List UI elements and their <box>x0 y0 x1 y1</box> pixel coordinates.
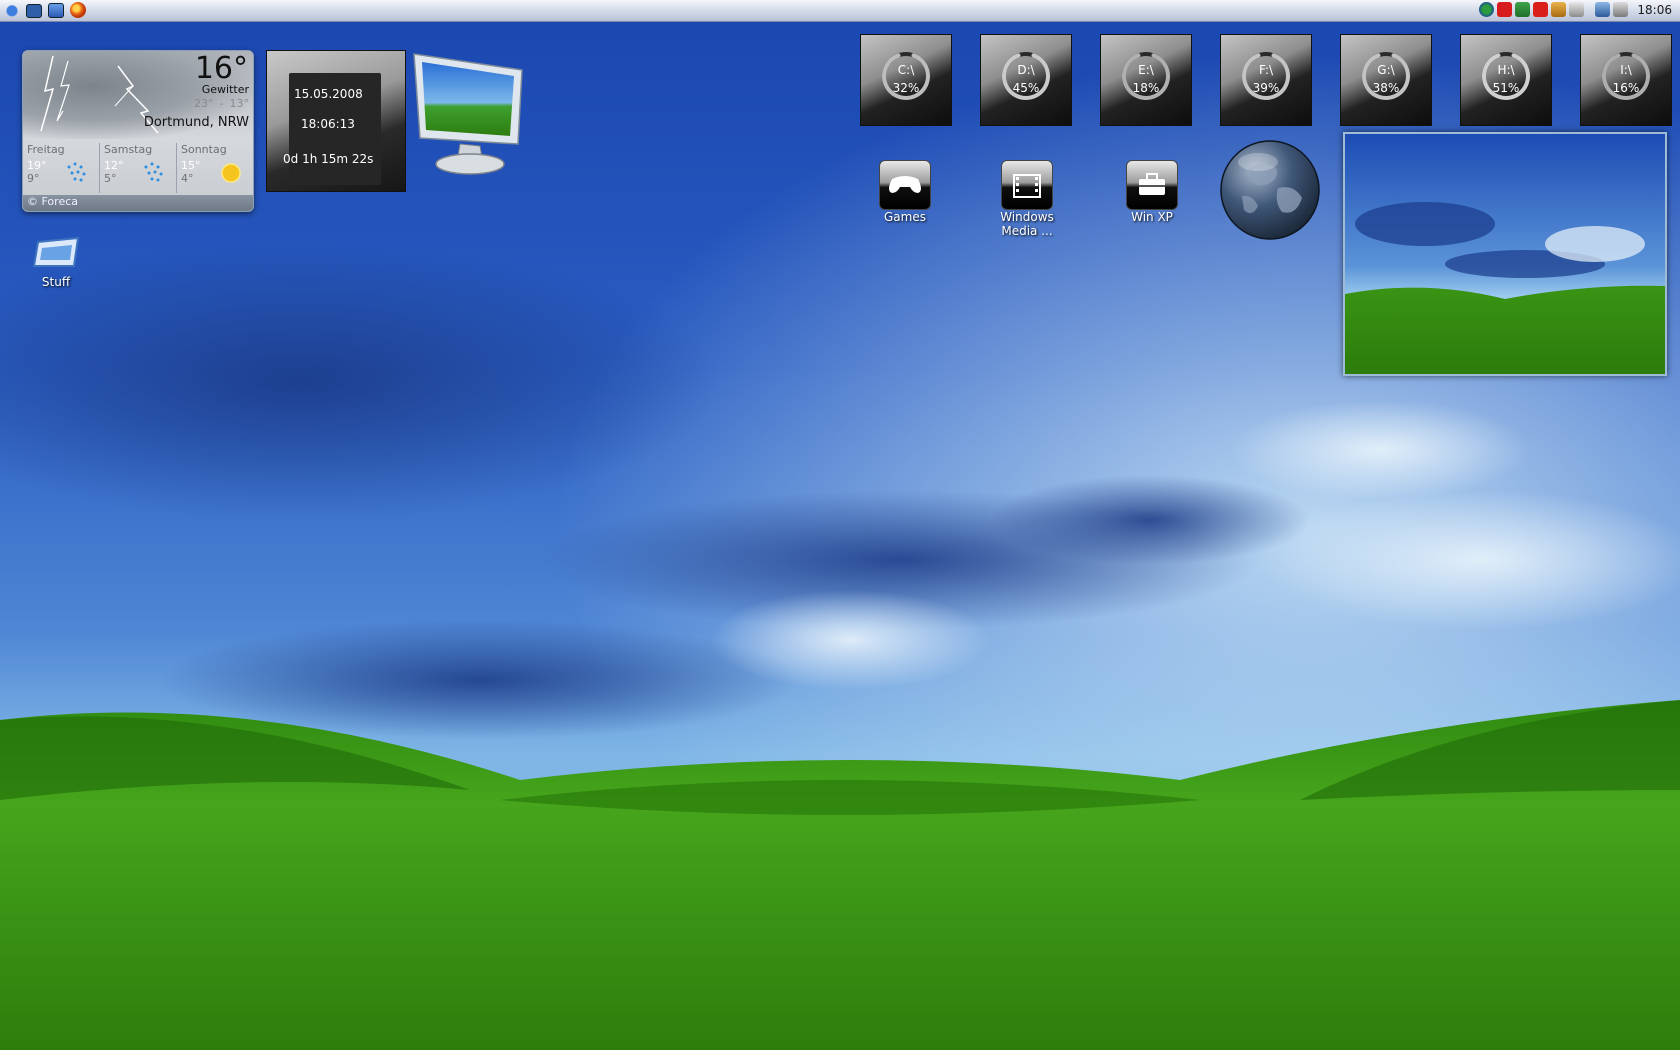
volume-icon[interactable] <box>1613 2 1629 17</box>
desktop-icon-label: Windows <box>1000 210 1054 224</box>
forecast-day: Samstag 12° 5° <box>100 143 177 193</box>
top-menu-bar: 18:06 <box>0 0 1680 22</box>
temperature-range: 23° - 13° <box>194 97 249 110</box>
drive-percent: 51% <box>1492 81 1520 95</box>
drive-label: E:\ <box>1138 63 1154 77</box>
temp-range-separator: - <box>219 97 224 110</box>
folder-icon <box>32 236 80 267</box>
clock-time: 18:06:13 <box>301 117 355 131</box>
globe-icon[interactable] <box>1218 138 1322 242</box>
firefox-icon[interactable] <box>70 2 86 18</box>
desktop-icon-label: Win XP <box>1131 210 1173 224</box>
desktop-icon[interactable] <box>26 4 42 18</box>
drive-percent: 39% <box>1252 81 1280 95</box>
drive-gadget[interactable]: C:\ 32% <box>860 34 952 126</box>
drive-percent: 32% <box>892 81 920 95</box>
drive-label: I:\ <box>1620 63 1632 77</box>
desktop-icon-label: Media ... <box>1001 224 1053 238</box>
settings-icon[interactable] <box>1551 2 1567 17</box>
desktop-icon-label: Games <box>884 210 926 224</box>
acrobat-icon[interactable] <box>1533 2 1549 17</box>
desktop-icon-windows-media[interactable]: Windows Media ... <box>992 160 1062 238</box>
forecast-day-name: Sonntag <box>181 143 227 156</box>
desktop-icon-label: Stuff <box>41 275 71 289</box>
forecast-day: Sonntag 15° 4° <box>177 143 253 193</box>
printer-icon[interactable] <box>1569 2 1585 17</box>
forecast-day-name: Freitag <box>27 143 65 156</box>
drive-gadget[interactable]: D:\ 45% <box>980 34 1072 126</box>
antivirus-icon[interactable] <box>1497 2 1513 17</box>
clock-uptime: 0d 1h 15m 22s <box>283 152 374 166</box>
film-icon <box>1001 160 1053 210</box>
temp-high: 23° <box>194 97 214 110</box>
drive-gadget[interactable]: H:\ 51% <box>1460 34 1552 126</box>
system-tray: 18:06 <box>1479 2 1672 17</box>
drive-percent: 45% <box>1012 81 1040 95</box>
rain-icon <box>144 162 163 182</box>
network-icon[interactable] <box>1479 2 1495 17</box>
drive-gadget[interactable]: F:\ 39% <box>1220 34 1312 126</box>
sun-icon <box>221 163 241 183</box>
update-icon[interactable] <box>1515 2 1531 17</box>
drive-percent: 18% <box>1132 81 1160 95</box>
desktop-icon-win-xp[interactable]: Win XP <box>1118 160 1186 224</box>
display-icon[interactable] <box>1595 2 1611 17</box>
drive-label: G:\ <box>1377 63 1395 77</box>
forecast-day-name: Samstag <box>104 143 153 156</box>
drive-gadget[interactable]: I:\ 16% <box>1580 34 1672 126</box>
drive-gadget[interactable]: E:\ 18% <box>1100 34 1192 126</box>
desktop-icon-stuff[interactable]: Stuff <box>26 236 86 289</box>
monitor-icon[interactable] <box>410 52 530 180</box>
menubar-clock[interactable]: 18:06 <box>1637 3 1672 17</box>
drive-percent: 38% <box>1372 81 1400 95</box>
temp-low: 13° <box>229 97 250 110</box>
drive-gadgets: C:\ 32% D:\ 45% E:\ 18% F:\ 39% G:\ 38% … <box>860 34 1672 126</box>
window-icon[interactable] <box>48 3 64 18</box>
rain-icon <box>67 162 86 182</box>
clock-date: 15.05.2008 <box>294 87 363 101</box>
wallpaper-preview-window[interactable] <box>1343 132 1667 376</box>
desktop-icon-games[interactable]: Games <box>878 160 932 224</box>
preview-image <box>1345 134 1665 374</box>
forecast-row: Freitag 19° 9° Samstag 12° 5° Sonntag 15… <box>23 143 253 193</box>
drive-percent: 16% <box>1612 81 1640 95</box>
apple-icon[interactable] <box>4 2 20 18</box>
forecast-day: Freitag 19° 9° <box>23 143 100 193</box>
toolbox-icon <box>1126 160 1178 210</box>
gamepad-icon <box>879 160 931 210</box>
drive-label: F:\ <box>1258 63 1274 77</box>
weather-condition: Gewitter <box>201 83 249 96</box>
drive-gadget[interactable]: G:\ 38% <box>1340 34 1432 126</box>
current-temperature: 16° <box>194 51 248 86</box>
lightning-icon <box>40 55 159 134</box>
weather-widget[interactable]: 16° Gewitter 23° - 13° Dortmund, NRW Fre… <box>22 50 254 212</box>
drive-label: C:\ <box>897 63 915 77</box>
weather-credit[interactable]: © Foreca <box>23 195 253 211</box>
drive-label: H:\ <box>1497 63 1515 77</box>
weather-city: Dortmund, NRW <box>143 115 249 130</box>
quick-launch <box>4 2 86 18</box>
drive-label: D:\ <box>1017 63 1035 77</box>
clock-widget[interactable]: 15.05.2008 18:06:13 0d 1h 15m 22s <box>266 50 406 192</box>
